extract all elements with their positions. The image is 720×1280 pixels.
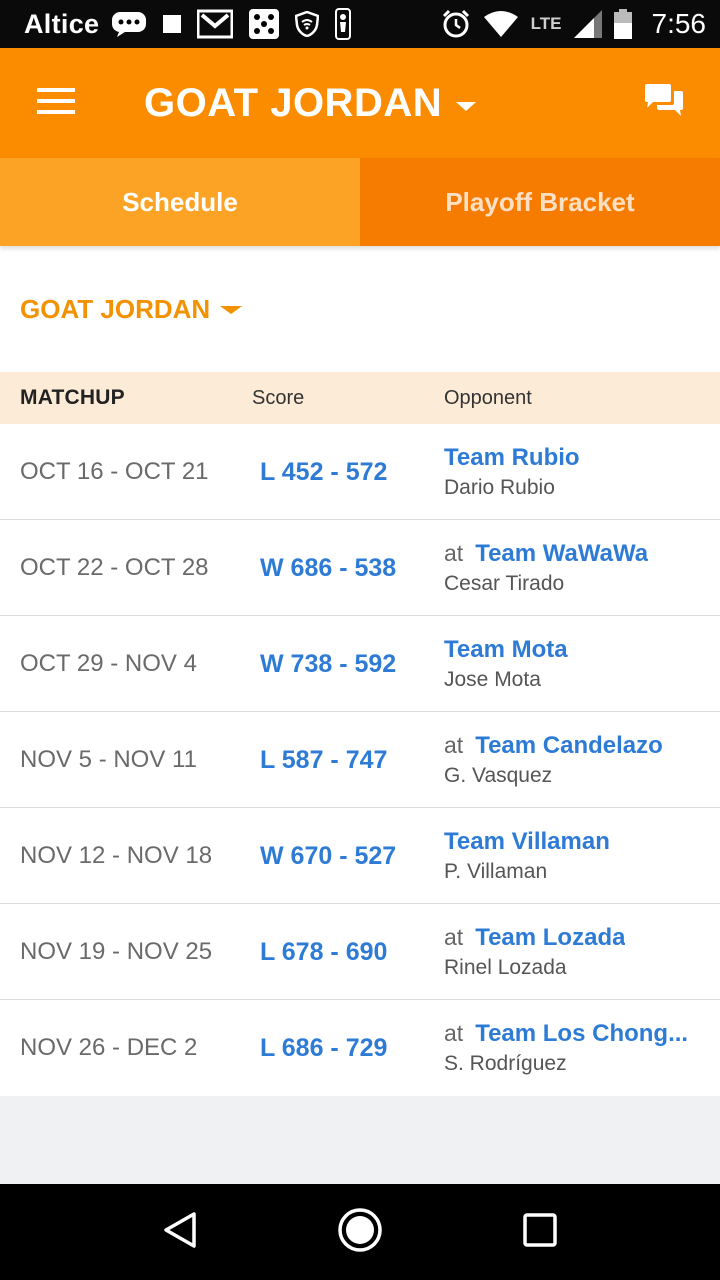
opponent-manager: Dario Rubio [444,476,555,499]
team-switcher[interactable]: GOAT JORDAN [144,80,477,126]
opponent-team-link[interactable]: Team WaWaWa [475,540,648,568]
square-icon [163,15,182,33]
signal-icon [573,10,602,38]
opponent-cell: at Team Candelazo G. Vasquez [444,732,704,788]
back-icon [160,1210,200,1255]
matchup-score[interactable]: L 452 - 572 [260,424,387,520]
opponent-cell: Team Mota Jose Mota [444,636,704,692]
matchup-score[interactable]: W 738 - 592 [260,616,396,712]
matchup-dates: OCT 22 - OCT 28 [20,554,209,581]
matchup-dates: NOV 19 - NOV 25 [20,938,213,965]
matchup-dates: NOV 26 - DEC 2 [20,1034,198,1061]
app-bar: GOAT JORDAN [0,48,720,158]
battery-icon [613,9,632,39]
menu-button[interactable] [0,48,112,158]
back-button[interactable] [140,1192,220,1272]
matchup-score[interactable]: L 587 - 747 [260,712,387,808]
message-icon [111,10,147,38]
table-row[interactable]: OCT 16 - OCT 21 L 452 - 572 Team Rubio D… [0,424,720,520]
dice-icon [249,9,280,39]
opponent-team-link[interactable]: Team Lozada [475,924,625,952]
matchup-dates: NOV 5 - NOV 11 [20,746,197,773]
clock: 7:56 [651,8,707,39]
opponent-manager: P. Villaman [444,860,548,883]
opponent-team-link[interactable]: Team Rubio [444,444,580,472]
tab-bar: Schedule Playoff Bracket [0,158,720,246]
away-indicator: at [444,924,464,950]
opponent-manager: Rinel Lozada [444,956,567,979]
table-header: MATCHUP Score Opponent [0,372,720,424]
app-title: GOAT JORDAN [144,80,443,125]
away-indicator: at [444,540,464,566]
status-bar: Altice LTE 7:56 [0,0,720,48]
table-row[interactable]: NOV 12 - NOV 18 W 670 - 527 Team Villama… [0,808,720,904]
matchup-dates: OCT 29 - NOV 4 [20,650,197,677]
column-header-opponent: Opponent [444,386,532,409]
hamburger-menu-icon [37,87,75,119]
recents-button[interactable] [500,1192,580,1272]
opponent-manager: G. Vasquez [444,764,553,787]
matchup-score[interactable]: L 678 - 690 [260,904,387,1000]
schedule-list: OCT 16 - OCT 21 L 452 - 572 Team Rubio D… [0,424,720,1096]
team-selector-label: GOAT JORDAN [20,293,211,324]
matchup-score[interactable]: W 670 - 527 [260,808,396,904]
opponent-team-link[interactable]: Team Villaman [444,828,610,856]
opponent-team-link[interactable]: Team Mota [444,636,568,664]
carrier-name: Altice [24,8,100,39]
tab-playoff-bracket[interactable]: Playoff Bracket [360,158,720,246]
opponent-cell: Team Villaman P. Villaman [444,828,704,884]
team-selector[interactable]: GOAT JORDAN [0,246,720,372]
chevron-down-icon [220,306,243,314]
opponent-team-link[interactable]: Team Candelazo [475,732,663,760]
column-header-matchup: MATCHUP [20,386,125,409]
chevron-down-icon [456,101,477,111]
home-button[interactable] [320,1192,400,1272]
matchup-dates: OCT 16 - OCT 21 [20,458,209,485]
table-row[interactable]: OCT 29 - NOV 4 W 738 - 592 Team Mota Jos… [0,616,720,712]
chat-icon [643,83,685,124]
nba-icon [335,8,352,40]
table-row[interactable]: OCT 22 - OCT 28 W 686 - 538 at Team WaWa… [0,520,720,616]
tab-schedule[interactable]: Schedule [0,158,360,246]
column-header-score: Score [252,386,305,409]
opponent-cell: at Team WaWaWa Cesar Tirado [444,540,704,596]
matchup-score[interactable]: W 686 - 538 [260,520,396,616]
opponent-cell: at Team Lozada Rinel Lozada [444,924,704,980]
opponent-cell: Team Rubio Dario Rubio [444,444,704,500]
recents-icon [522,1212,558,1253]
home-icon [337,1207,383,1258]
gmail-icon [197,9,234,39]
network-type: LTE [530,14,562,33]
table-row[interactable]: NOV 26 - DEC 2 L 686 - 729 at Team Los C… [0,1000,720,1096]
opponent-team-link[interactable]: Team Los Chong... [475,1020,688,1048]
wifi-icon [483,11,519,37]
opponent-manager: Jose Mota [444,668,541,691]
matchup-score[interactable]: L 686 - 729 [260,1000,387,1096]
system-nav-bar [0,1184,720,1280]
opponent-cell: at Team Los Chong... S. Rodríguez [444,1020,704,1076]
away-indicator: at [444,732,464,758]
opponent-manager: Cesar Tirado [444,572,565,595]
table-row[interactable]: NOV 5 - NOV 11 L 587 - 747 at Team Cande… [0,712,720,808]
matchup-dates: NOV 12 - NOV 18 [20,842,213,869]
chat-button[interactable] [608,48,720,158]
table-row[interactable]: NOV 19 - NOV 25 L 678 - 690 at Team Loza… [0,904,720,1000]
away-indicator: at [444,1020,464,1046]
alarm-icon [441,9,471,39]
wifi-shield-icon [295,11,320,37]
opponent-manager: S. Rodríguez [444,1052,567,1075]
